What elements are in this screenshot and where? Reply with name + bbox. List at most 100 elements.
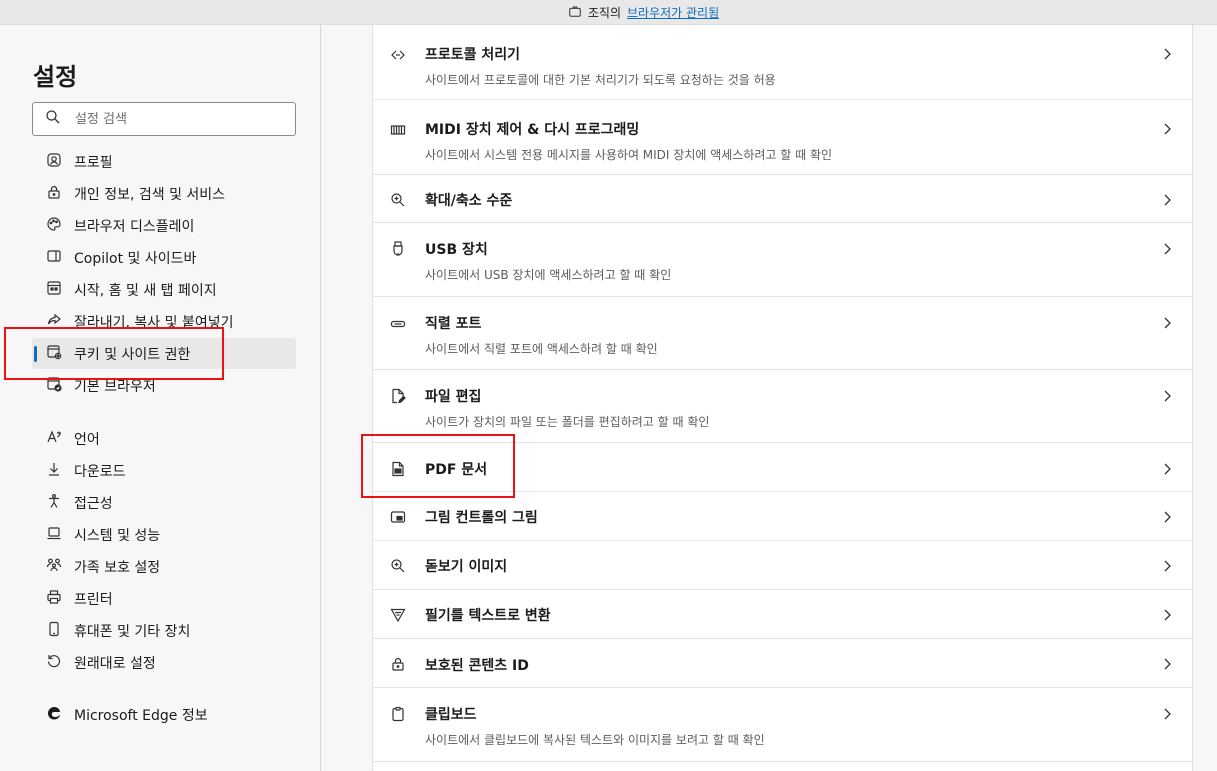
clipboard-icon xyxy=(390,706,406,722)
search-icon xyxy=(45,109,61,129)
sidebar-item-label: 다운로드 xyxy=(74,463,126,480)
permission-description: 사이트가 장치의 파일 또는 폴더를 편집하려고 할 때 확인 xyxy=(425,415,710,429)
sidebar-item-label: 시작, 홈 및 새 탭 페이지 xyxy=(74,282,217,299)
sidebar-item-phone-devices[interactable]: 휴대폰 및 기타 장치 xyxy=(32,615,296,646)
search-input[interactable] xyxy=(75,111,275,127)
chevron-right-icon xyxy=(1160,315,1174,329)
managed-browser-link[interactable]: 브라우저가 관리됨 xyxy=(627,4,719,21)
chevron-right-icon xyxy=(1160,46,1174,60)
highlight-box-cookies xyxy=(4,327,224,380)
download-icon xyxy=(46,461,62,481)
sidebar-item-appearance[interactable]: 브라우저 디스플레이 xyxy=(32,210,296,241)
permission-title: 프로토콜 처리기 xyxy=(425,47,521,63)
settings-sidebar: 설정 프로필 개인 정보, 검색 및 서비스 브라우저 디스플레이 Copilo… xyxy=(0,25,321,771)
permission-title: 파일 편집 xyxy=(425,389,482,405)
sidebar-item-label: Copilot 및 사이드바 xyxy=(74,250,197,267)
settings-search-box[interactable] xyxy=(32,102,296,136)
chevron-right-icon xyxy=(1160,388,1174,402)
chevron-right-icon xyxy=(1160,558,1174,572)
reset-icon xyxy=(46,653,62,673)
sidebar-item-system[interactable]: 시스템 및 성능 xyxy=(32,519,296,550)
settings-title: 설정 xyxy=(33,63,78,91)
permission-row-image-magnifier[interactable]: 돋보기 이미지 xyxy=(373,541,1192,590)
chevron-right-icon xyxy=(1160,192,1174,206)
sidebar-item-family[interactable]: 가족 보호 설정 xyxy=(32,551,296,582)
permission-title: 돋보기 이미지 xyxy=(425,559,508,575)
midi-keyboard-icon xyxy=(390,122,406,138)
sidebar-item-label: 프로필 xyxy=(74,154,113,171)
managed-banner: 조직의 브라우저가 관리됨 xyxy=(0,0,1217,25)
sidebar-item-printers[interactable]: 프린터 xyxy=(32,583,296,614)
accessibility-icon xyxy=(46,493,62,513)
family-icon xyxy=(46,557,62,577)
permission-row-serial-ports[interactable]: 직렬 포트 사이트에서 직렬 포트에 액세스하려 할 때 확인 xyxy=(373,297,1192,370)
chevron-right-icon xyxy=(1160,706,1174,720)
permission-row-handwriting[interactable]: 필기를 텍스트로 변환 xyxy=(373,590,1192,639)
sidebar-item-label: 프린터 xyxy=(74,591,113,608)
sidebar-item-profile[interactable]: 프로필 xyxy=(32,146,296,177)
phone-icon xyxy=(46,621,62,641)
zoom-icon xyxy=(390,192,406,208)
permission-row-protocol-handlers[interactable]: 프로토콜 처리기 사이트에서 프로토콜에 대한 기본 처리기가 되도록 요청하는… xyxy=(373,25,1192,100)
sidebar-item-label: 언어 xyxy=(74,431,100,448)
permission-title: USB 장치 xyxy=(425,242,488,258)
site-permissions-card: 프로토콜 처리기 사이트에서 프로토콜에 대한 기본 처리기가 되도록 요청하는… xyxy=(372,25,1193,771)
permission-description: 사이트에서 프로토콜에 대한 기본 처리기가 되도록 요청하는 것을 허용 xyxy=(425,73,776,87)
permission-row-clipboard[interactable]: 클립보드 사이트에서 클립보드에 복사된 텍스트와 이미지를 보려고 할 때 확… xyxy=(373,688,1192,762)
sidebar-item-label: Microsoft Edge 정보 xyxy=(74,707,208,724)
permission-row-file-editing[interactable]: 파일 편집 사이트가 장치의 파일 또는 폴더를 편집하려고 할 때 확인 xyxy=(373,370,1192,443)
magnifier-icon xyxy=(390,558,406,574)
palette-icon xyxy=(46,216,62,236)
edge-logo-icon xyxy=(46,705,62,725)
profile-icon xyxy=(46,152,62,172)
permission-description: 사이트에서 클립보드에 복사된 텍스트와 이미지를 보려고 할 때 확인 xyxy=(425,733,765,747)
main-content: 프로토콜 처리기 사이트에서 프로토콜에 대한 기본 처리기가 되도록 요청하는… xyxy=(322,25,1217,771)
permission-row-zoom-levels[interactable]: 확대/축소 수준 xyxy=(373,175,1192,223)
permission-title: 확대/축소 수준 xyxy=(425,193,513,209)
permission-title: MIDI 장치 제어 & 다시 프로그래밍 xyxy=(425,122,640,138)
permission-row-picture-in-picture[interactable]: 그림 컨트롤의 그림 xyxy=(373,492,1192,541)
sidebar-item-accessibility[interactable]: 접근성 xyxy=(32,487,296,518)
sidebar-item-label: 휴대폰 및 기타 장치 xyxy=(74,623,191,640)
lock-icon xyxy=(46,184,62,204)
printer-icon xyxy=(46,589,62,609)
sidebar-item-languages[interactable]: 언어 xyxy=(32,423,296,454)
chevron-right-icon xyxy=(1160,656,1174,670)
sidebar-item-label: 원래대로 설정 xyxy=(74,655,156,672)
sidebar-item-label: 접근성 xyxy=(74,495,113,512)
permission-row-midi[interactable]: MIDI 장치 제어 & 다시 프로그래밍 사이트에서 시스템 전용 메시지를 … xyxy=(373,100,1192,175)
sidebar-item-about-edge[interactable]: Microsoft Edge 정보 xyxy=(32,699,296,730)
banner-prefix: 조직의 xyxy=(587,5,621,20)
chevron-right-icon xyxy=(1160,241,1174,255)
permission-description: 사이트에서 시스템 전용 메시지를 사용하여 MIDI 장치에 액세스하려고 할… xyxy=(425,148,833,162)
sidebar-item-privacy[interactable]: 개인 정보, 검색 및 서비스 xyxy=(32,178,296,209)
usb-icon xyxy=(390,240,406,256)
sidebar-item-copilot[interactable]: Copilot 및 사이드바 xyxy=(32,242,296,273)
serial-port-icon xyxy=(390,316,406,332)
permission-title: 보호된 콘텐츠 ID xyxy=(425,658,529,674)
permission-row-usb[interactable]: USB 장치 사이트에서 USB 장치에 액세스하려고 할 때 확인 xyxy=(373,223,1192,297)
chevron-right-icon xyxy=(1160,607,1174,621)
sidebar-item-label: 개인 정보, 검색 및 서비스 xyxy=(74,186,226,203)
sidebar-item-label: 시스템 및 성능 xyxy=(74,527,161,544)
briefcase-icon xyxy=(568,4,582,21)
sidebar-item-reset[interactable]: 원래대로 설정 xyxy=(32,647,296,678)
permission-description: 사이트에서 직렬 포트에 액세스하려 할 때 확인 xyxy=(425,342,658,356)
protocol-icon xyxy=(390,47,406,63)
picture-in-picture-icon xyxy=(390,509,406,525)
chevron-right-icon xyxy=(1160,461,1174,475)
permission-title: 클립보드 xyxy=(425,707,477,723)
language-icon xyxy=(46,429,62,449)
sidebar-item-downloads[interactable]: 다운로드 xyxy=(32,455,296,486)
permission-row-protected-content[interactable]: 보호된 콘텐츠 ID xyxy=(373,639,1192,688)
chevron-right-icon xyxy=(1160,121,1174,135)
sidebar-item-start-home[interactable]: 시작, 홈 및 새 탭 페이지 xyxy=(32,274,296,305)
permission-title: 필기를 텍스트로 변환 xyxy=(425,608,551,624)
permission-title: 직렬 포트 xyxy=(425,316,482,332)
laptop-icon xyxy=(46,525,62,545)
home-tab-icon xyxy=(46,280,62,300)
permission-description: 사이트에서 USB 장치에 액세스하려고 할 때 확인 xyxy=(425,268,672,282)
sidebar-item-label: 브라우저 디스플레이 xyxy=(74,218,195,235)
sidebar-icon xyxy=(46,248,62,268)
file-edit-icon xyxy=(390,388,406,404)
